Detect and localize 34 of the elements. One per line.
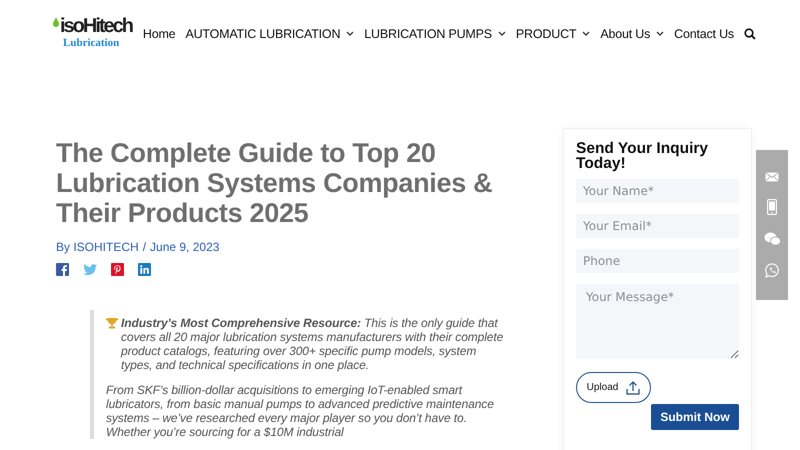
search-icon[interactable] — [744, 28, 756, 40]
input-field[interactable]: Your Name* — [576, 179, 739, 203]
date-link[interactable]: June 9, 2023 — [150, 240, 220, 254]
logo[interactable]: isoHitech Lubrication — [53, 14, 132, 48]
trophy-icon — [106, 317, 118, 329]
mail-icon[interactable] — [765, 172, 779, 182]
form-title: Send Your Inquiry Today! — [576, 141, 710, 171]
author-link[interactable]: By ISOHITECH — [56, 240, 139, 254]
nav-link[interactable]: LUBRICATION PUMPS — [364, 26, 506, 40]
input-field[interactable]: Phone — [576, 249, 739, 273]
intro-paragraph: Industry’s Most Comprehensive Resource: This is the only guide that covers all 20 major lubrication systems manufacturers with their complete product catalogs, featuring over 300+ specific pump models, system types, and technical specifications in one place. — [121, 316, 504, 372]
meta-separator: / — [142, 240, 146, 254]
bird-icon[interactable] — [83, 264, 97, 275]
logo-tagline: Lubrication — [63, 38, 120, 48]
oil-drop-icon — [53, 16, 59, 26]
nav-link[interactable]: About Us — [600, 26, 664, 40]
nav-link[interactable]: Contact Us — [674, 26, 734, 40]
submit-button[interactable]: Submit Now — [651, 404, 739, 430]
nav-link[interactable]: AUTOMATIC LUBRICATION — [185, 26, 354, 40]
quote-paragraph: From SKF’s billion-dollar acquisitions to emerging IoT-enabled smart lubricators, from basic manual pumps to advanced predictive maintenance systems – we’ve researched every major player so you don’t have to. Whether you’re sourcing for a $10M industrial — [106, 383, 495, 439]
phone-icon[interactable] — [767, 199, 777, 216]
chat-bubbles-icon[interactable] — [764, 232, 780, 246]
whatsapp-icon[interactable] — [764, 262, 780, 278]
input-field[interactable]: Your Email* — [576, 214, 739, 238]
article-title: The Complete Guide to Top 20 Lubrication Systems Companies & Their Products 2025 — [56, 138, 494, 228]
pinterest-icon[interactable] — [111, 263, 124, 276]
logo-wordmark: isoHitech — [60, 14, 132, 38]
upload-button[interactable]: Upload — [576, 372, 651, 403]
linkedin-icon[interactable] — [138, 263, 151, 276]
nav-link[interactable]: PRODUCT — [516, 26, 590, 40]
message-field[interactable]: Your Message* — [576, 284, 739, 359]
facebook-icon[interactable] — [56, 263, 69, 276]
nav-link[interactable]: Home — [142, 26, 176, 40]
upload-icon — [626, 380, 640, 394]
